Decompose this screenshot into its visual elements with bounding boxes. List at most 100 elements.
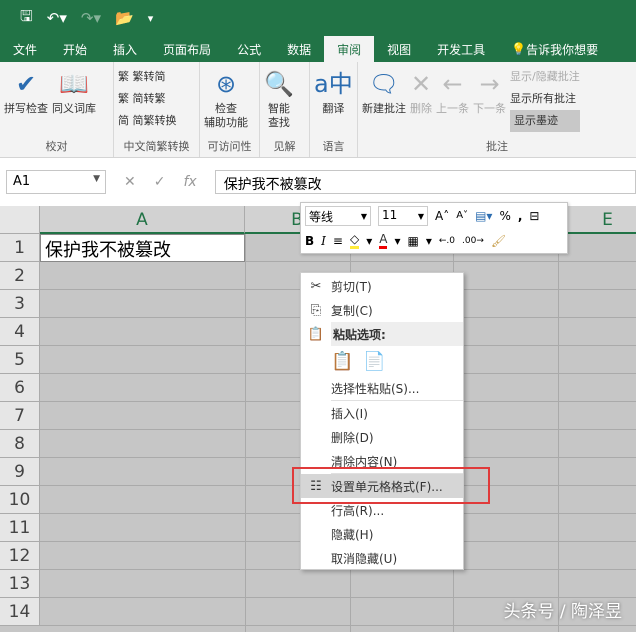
column-header-a[interactable]: A [40, 206, 245, 234]
row-header[interactable]: 9 [0, 458, 40, 486]
paste-options-header: 📋 粘贴选项: [301, 322, 463, 346]
customize-icon[interactable]: ▾ [148, 12, 154, 25]
row-header[interactable]: 7 [0, 402, 40, 430]
label: 行高(R)... [331, 503, 385, 518]
row-header[interactable]: 5 [0, 346, 40, 374]
percent-button[interactable]: % [499, 209, 510, 223]
group-label: 可访问性 [207, 140, 252, 153]
menu-item-paste-special[interactable]: 选择性粘贴(S)... [301, 376, 463, 400]
italic-button[interactable]: I [321, 234, 326, 248]
accessibility-icon: ⊛ [215, 70, 237, 98]
group-proofing: ✔ 拼写检查 📖 同义词库 校对 [0, 62, 114, 157]
paste-values-icon[interactable]: 📄 [363, 351, 385, 372]
show-all-comments-button[interactable]: 显示所有批注 [510, 88, 580, 110]
menu-item-cut[interactable]: ✂ 剪切(T) [301, 274, 463, 298]
tab-data[interactable]: 数据 [274, 36, 324, 62]
show-ink-button[interactable]: 显示墨迹 [510, 110, 580, 132]
font-color-icon[interactable]: A [379, 232, 388, 249]
menu-item-unhide[interactable]: 取消隐藏(U) [301, 546, 463, 570]
bold-button[interactable]: B [305, 234, 314, 248]
label: 查找 [267, 116, 290, 129]
row-header[interactable]: 4 [0, 318, 40, 346]
tell-me-label: 告诉我你想要 [526, 42, 599, 57]
menu-item-copy[interactable]: ⎘ 复制(C) [301, 298, 463, 322]
paste-formatting-icon[interactable]: 📋 [331, 351, 353, 372]
name-box[interactable]: A1 ▼ [6, 170, 106, 194]
enter-icon[interactable]: ✓ [154, 174, 166, 190]
row-header[interactable]: 12 [0, 542, 40, 570]
cell-a1[interactable]: 保护我不被篡改 [40, 234, 245, 262]
quick-access-toolbar: 🖫 ↶▾ ↷▾ 📂 ▾ [0, 0, 636, 36]
merge-center-icon[interactable]: ⊟ [529, 209, 539, 223]
decrease-decimal-icon[interactable]: .00→ [462, 236, 484, 246]
tell-me-search[interactable]: 💡 告诉我你想要 [498, 36, 611, 62]
group-comments: 🗨 新建批注 ✕ 删除 ← 上一条 → 下一条 显示/隐藏批注 显示所有批注 显示墨迹 … [358, 62, 636, 157]
tab-formulas[interactable]: 公式 [224, 36, 274, 62]
row-header[interactable]: 2 [0, 262, 40, 290]
previous-icon: ← [442, 70, 463, 98]
fx-icon[interactable]: fx [183, 174, 196, 190]
comma-button[interactable]: , [518, 209, 523, 223]
tab-home[interactable]: 开始 [50, 36, 100, 62]
row-header[interactable]: 8 [0, 430, 40, 458]
row-header[interactable]: 6 [0, 374, 40, 402]
menu-item-hide[interactable]: 隐藏(H) [301, 522, 463, 546]
font-size-value: 11 [382, 207, 398, 222]
menu-item-insert[interactable]: 插入(I) [301, 401, 463, 425]
group-label: 语言 [322, 140, 345, 153]
s2t-button[interactable]: 繁 简转繁 [118, 88, 195, 110]
row-header[interactable]: 1 [0, 234, 40, 262]
font-select[interactable]: 等线 ▼ [305, 205, 371, 226]
tab-review[interactable]: 审阅 [324, 36, 375, 62]
label: 复制(C) [331, 303, 373, 318]
borders-icon[interactable]: ▦ [407, 234, 418, 248]
formula-input[interactable]: 保护我不被篡改 [214, 170, 636, 194]
label: 智能 [267, 102, 290, 115]
format-painter-icon[interactable]: 🖌 [491, 234, 506, 248]
font-size-select[interactable]: 11 ▼ [378, 205, 428, 226]
menu-item-delete[interactable]: 删除(D) [301, 425, 463, 449]
row-header[interactable]: 3 [0, 290, 40, 318]
column-header-e[interactable]: E [558, 206, 636, 234]
chevron-down-icon[interactable]: ▼ [93, 174, 100, 184]
gridline [558, 234, 559, 632]
tab-file[interactable]: 文件 [0, 36, 50, 62]
undo-icon[interactable]: ↶▾ [47, 9, 67, 27]
select-all-button[interactable] [0, 206, 40, 234]
save-icon[interactable]: 🖫 [20, 6, 33, 31]
tab-insert[interactable]: 插入 [100, 36, 150, 62]
paste-icon: 📋 [307, 326, 325, 342]
tab-view[interactable]: 视图 [374, 36, 424, 62]
label: 新建批注 [362, 102, 406, 115]
group-label: 校对 [45, 140, 68, 153]
spell-check-icon: ✔ [15, 70, 37, 98]
fill-color-icon[interactable]: ◇ [349, 232, 360, 249]
tab-developer[interactable]: 开发工具 [424, 36, 498, 62]
row-header[interactable]: 10 [0, 486, 40, 514]
decrease-font-icon[interactable]: A˅ [456, 210, 468, 221]
open-icon[interactable]: 📂 [115, 9, 134, 27]
watermark: 头条号 / 陶泽昱 [503, 602, 622, 622]
redo-icon[interactable]: ↷▾ [81, 9, 101, 27]
tab-page-layout[interactable]: 页面布局 [150, 36, 224, 62]
book-icon: 📖 [59, 70, 89, 98]
increase-decimal-icon[interactable]: ←.0 [439, 236, 455, 246]
context-menu: ✂ 剪切(T) ⎘ 复制(C) 📋 粘贴选项: 📋 📄 选择性粘贴(S)... 插入(I… [300, 272, 464, 570]
row-header[interactable]: 13 [0, 570, 40, 598]
conversion-button[interactable]: 简 简繁转换 [118, 110, 195, 132]
translate-icon: a中 [314, 70, 353, 98]
align-center-icon[interactable]: ≡ [333, 234, 343, 248]
name-box-value: A1 [13, 174, 31, 189]
row-header[interactable]: 14 [0, 598, 40, 626]
cancel-icon[interactable]: ✕ [124, 174, 136, 190]
chevron-down-icon: ▼ [360, 211, 367, 221]
label: 拼写检查 [4, 102, 48, 115]
group-accessibility: ⊛ 检查 辅助功能 可访问性 [200, 62, 260, 157]
row-header[interactable]: 11 [0, 514, 40, 542]
increase-font-icon[interactable]: A˄ [435, 209, 449, 223]
t2s-button[interactable]: 繁 繁转简 [118, 66, 195, 88]
chevron-down-icon: ▼ [417, 211, 424, 221]
number-format-icon[interactable]: ▤▾ [475, 209, 492, 223]
font-value: 等线 [309, 209, 334, 224]
show-hide-comment-button[interactable]: 显示/隐藏批注 [510, 66, 580, 88]
